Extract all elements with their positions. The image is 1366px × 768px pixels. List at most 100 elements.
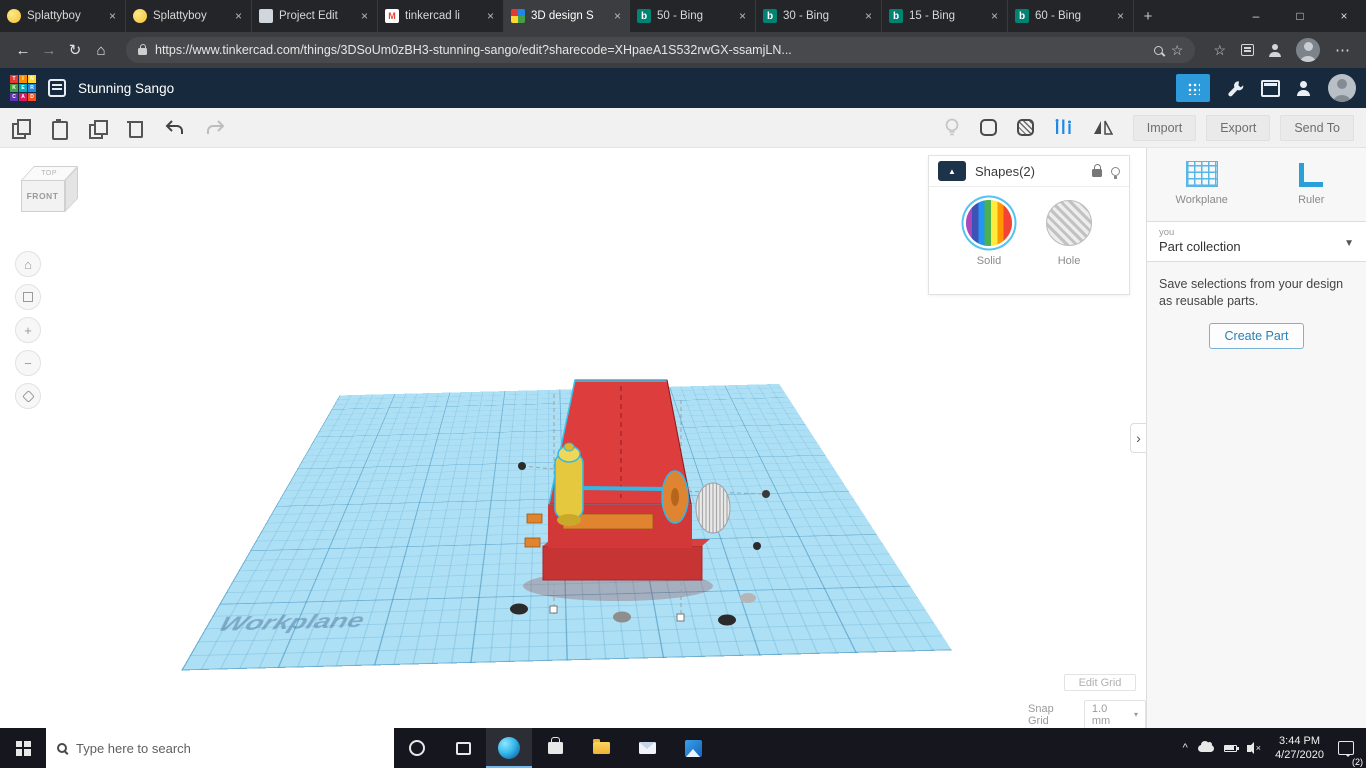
browser-tab[interactable]: b 15 - Bing × [882,0,1008,32]
zoom-out-button[interactable]: − [15,350,41,376]
ungroup-icon[interactable] [1016,119,1034,136]
logo-letter: I [19,75,27,83]
tray-expand-icon[interactable]: ^ [1183,742,1188,754]
tab-close-icon[interactable]: × [107,9,118,23]
refresh-icon[interactable]: ↻ [62,41,88,59]
page-favicon [259,9,273,23]
browser-tab[interactable]: b 50 - Bing × [630,0,756,32]
favorite-star-icon[interactable]: ☆ [1171,43,1184,57]
tinkercad-logo[interactable]: T I N K E R C A D [10,75,36,101]
file-explorer-button[interactable] [578,728,624,768]
undo-icon[interactable] [164,119,185,136]
redo-icon[interactable] [205,119,226,136]
search-icon[interactable] [1153,45,1163,55]
browser-profile-avatar[interactable] [1296,38,1320,62]
tab-close-icon[interactable]: × [233,9,244,23]
send-to-button[interactable]: Send To [1280,114,1354,141]
browser-tab[interactable]: M tinkercad li × [378,0,504,32]
action-center-icon[interactable] [1338,741,1354,757]
tab-close-icon[interactable]: × [612,9,623,23]
ruler-tool[interactable]: Ruler [1257,161,1366,206]
store-taskbar-button[interactable] [532,728,578,768]
create-part-button[interactable]: Create Part [1208,322,1305,349]
calendar-icon[interactable] [1261,79,1280,97]
home-view-button[interactable]: ⌂ [15,251,41,277]
snap-grid-select[interactable]: 1.0 mm ▾ [1083,700,1146,728]
browser-menu-icon[interactable]: ⋯ [1335,41,1350,59]
onedrive-cloud-icon[interactable] [1197,740,1214,752]
add-person-icon[interactable] [1296,81,1312,96]
collections-icon[interactable] [1241,44,1254,56]
paste-icon[interactable] [50,118,68,140]
account-avatar[interactable] [1328,74,1356,102]
part-collection-dropdown[interactable]: you Part collection ▼ [1147,221,1366,262]
tab-close-icon[interactable]: × [485,9,496,23]
tinker-wrench-icon[interactable] [1226,79,1245,98]
align-icon[interactable] [1054,119,1073,136]
zoom-in-button[interactable]: + [15,317,41,343]
hole-swatch[interactable] [1046,200,1092,246]
browser-home-icon[interactable]: ⌂ [88,42,114,59]
workplane-tool[interactable]: Workplane [1147,161,1257,206]
window-minimize-button[interactable]: – [1234,0,1278,32]
edit-grid-button[interactable]: Edit Grid [1064,674,1136,691]
hole-option[interactable]: Hole [1046,200,1092,267]
solid-color-swatch[interactable] [966,200,1012,246]
import-button[interactable]: Import [1132,114,1197,141]
lightbulb-icon[interactable] [944,118,960,138]
browser-tab[interactable]: b 30 - Bing × [756,0,882,32]
browser-tab[interactable]: Project Edit × [252,0,378,32]
window-maximize-button[interactable]: □ [1278,0,1322,32]
tab-close-icon[interactable]: × [863,9,874,23]
collapse-panel-button[interactable]: ▲ [938,161,966,181]
lock-shape-icon[interactable] [1092,164,1102,177]
url-text[interactable]: https://www.tinkercad.com/things/3DSoUm0… [155,43,1146,57]
browser-tab[interactable]: b 60 - Bing × [1008,0,1134,32]
design-canvas[interactable]: Workplane TOP FRONT ⌂ + − ▲ Shapes(2) So… [0,148,1146,728]
taskbar-search-box[interactable] [46,728,394,768]
search-icon [57,743,67,753]
fit-view-button[interactable] [15,284,41,310]
copy-icon[interactable] [12,118,31,139]
search-input[interactable] [76,740,383,756]
design-list-icon[interactable] [48,79,66,97]
group-icon[interactable] [979,119,997,136]
solid-option[interactable]: Solid [966,200,1012,267]
start-button[interactable] [0,728,46,768]
window-close-button[interactable]: × [1322,0,1366,32]
volume-control[interactable]: × [1246,742,1261,754]
tab-close-icon[interactable]: × [989,9,1000,23]
export-button[interactable]: Export [1206,114,1271,141]
browser-tab-active[interactable]: 3D design S × [504,0,630,32]
task-view-button[interactable] [440,728,486,768]
tab-close-icon[interactable]: × [359,9,370,23]
sidebar-collapse-chevron[interactable]: › [1130,423,1146,453]
duplicate-icon[interactable] [88,119,108,139]
taskbar-clock[interactable]: 3:44 PM 4/27/2020 [1275,734,1324,763]
hide-shape-icon[interactable] [1111,166,1120,179]
shapes-panel-header: ▲ Shapes(2) [929,156,1129,187]
delete-icon[interactable] [126,119,144,138]
url-field[interactable]: https://www.tinkercad.com/things/3DSoUm0… [126,37,1196,63]
perspective-toggle-button[interactable] [15,383,41,409]
browser-tab[interactable]: Splattyboy × [0,0,126,32]
favorites-bar-icon[interactable]: ☆ [1213,43,1226,57]
tab-close-icon[interactable]: × [737,9,748,23]
canvas-tool-column: ⌂ + − [15,251,41,409]
design-title[interactable]: Stunning Sango [78,81,174,96]
tab-close-icon[interactable]: × [1115,9,1126,23]
battery-icon[interactable] [1223,744,1240,752]
mirror-icon[interactable] [1093,120,1113,135]
view-cube-front-face[interactable]: FRONT [20,180,65,212]
edge-taskbar-button[interactable] [486,728,532,768]
mail-taskbar-button[interactable] [624,728,670,768]
new-tab-button[interactable]: + [1134,0,1162,32]
back-icon[interactable]: ← [10,42,36,59]
apps-grid-button[interactable] [1176,74,1210,102]
cortana-button[interactable] [394,728,440,768]
browser-tab[interactable]: Splattyboy × [126,0,252,32]
view-cube[interactable]: TOP FRONT [20,166,96,228]
feedback-icon[interactable] [1269,44,1281,57]
forward-icon[interactable]: → [36,42,62,59]
photos-taskbar-button[interactable] [670,728,716,768]
